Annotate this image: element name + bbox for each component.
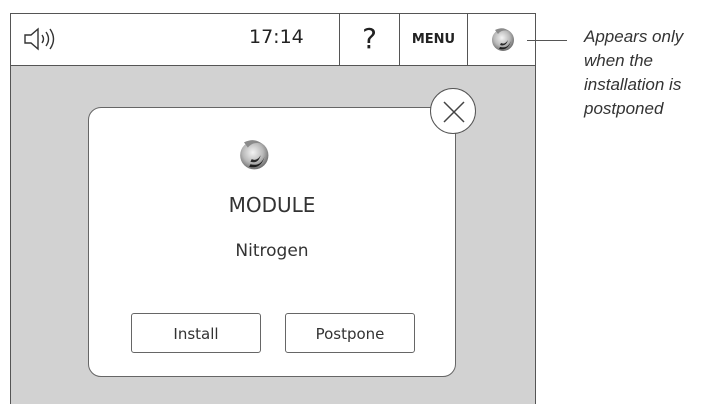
device-screen: 17:14 ? MENU MODULE Nitrogen Install Pos… [10, 13, 536, 404]
dialog-title: MODULE [228, 193, 316, 217]
speaker-icon[interactable] [23, 27, 63, 51]
close-button[interactable] [430, 88, 476, 134]
close-icon [443, 101, 465, 123]
annotation-leader-line [527, 40, 567, 41]
dialog-subtitle: Nitrogen [235, 241, 309, 261]
postpone-button[interactable]: Postpone [285, 313, 415, 353]
install-button[interactable]: Install [131, 313, 261, 353]
module-status-button[interactable] [467, 14, 535, 65]
annotation-text: Appears only when the installation is po… [584, 27, 684, 118]
clock: 17:14 [249, 26, 304, 48]
menu-button[interactable]: MENU [399, 14, 467, 65]
status-bar: 17:14 ? MENU [11, 14, 535, 66]
module-icon [240, 140, 269, 170]
help-button[interactable]: ? [339, 14, 399, 65]
module-dialog: MODULE Nitrogen Install Postpone [88, 107, 456, 377]
module-icon [492, 28, 514, 51]
